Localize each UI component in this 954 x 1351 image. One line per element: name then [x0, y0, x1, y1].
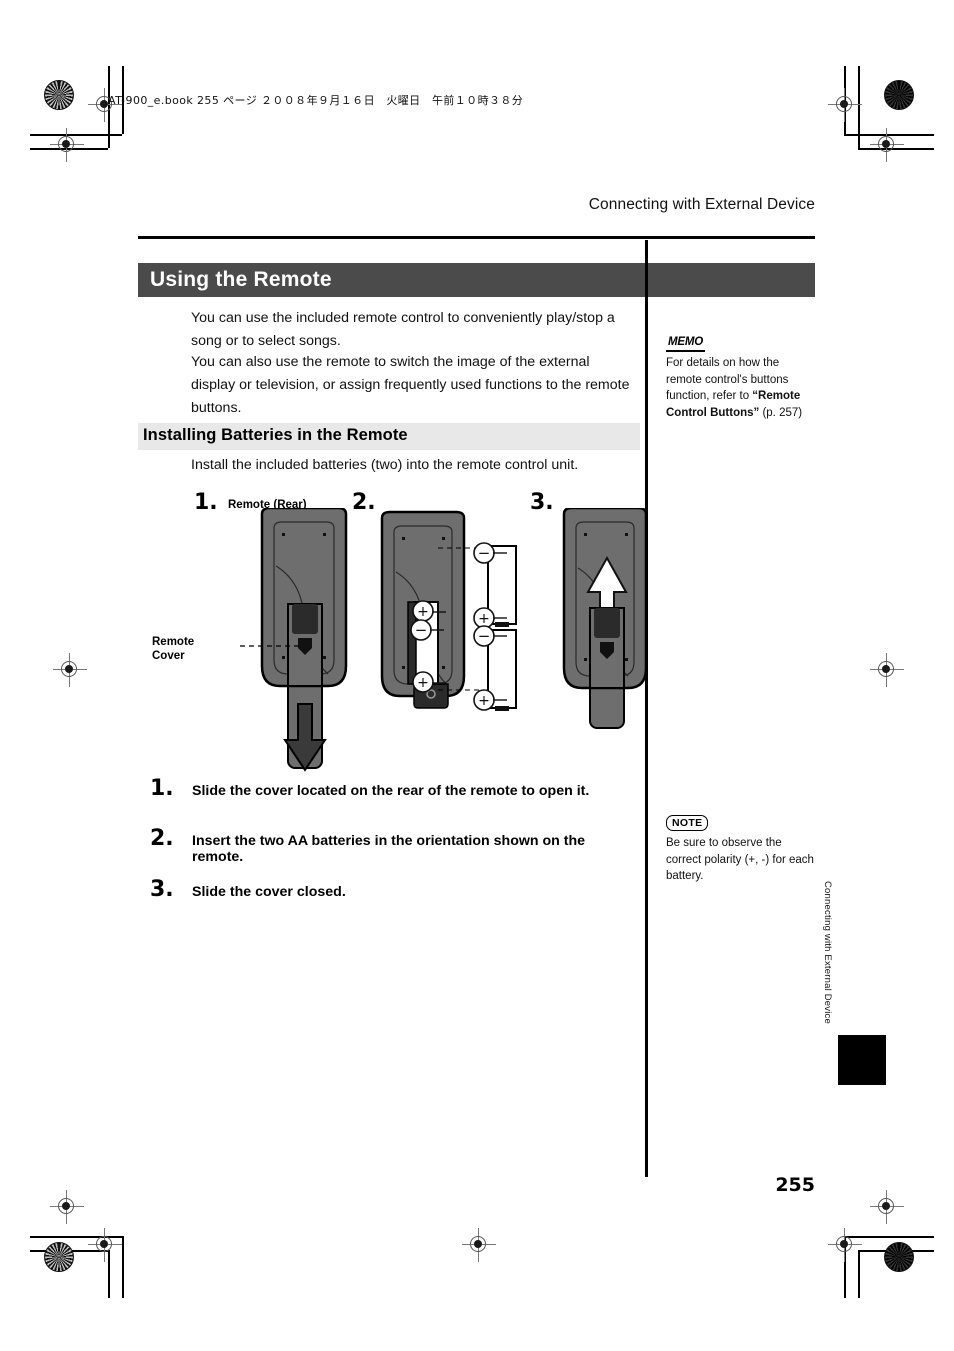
intro-paragraph-1: You can use the included remote control … [191, 310, 615, 349]
book-info-header: AT-900_e.book 255 ページ ２００８年９月１６日 火曜日 午前１… [108, 94, 524, 107]
procedure-step-1-number: 1. [150, 776, 174, 801]
svg-text:+: + [478, 693, 490, 709]
registration-disc-top-left [44, 80, 74, 110]
svg-text:+: + [417, 604, 429, 620]
svg-text:−: − [478, 544, 491, 562]
procedure-step-2-number: 2. [150, 826, 174, 851]
procedure-step-1-text: Slide the cover located on the rear of t… [192, 783, 590, 799]
svg-text:+: + [417, 675, 429, 691]
figure-label-remote-cover: Remote Cover [152, 635, 194, 663]
procedure-step-3-number: 3. [150, 877, 174, 902]
memo-text: For details on how the remote control's … [666, 355, 816, 421]
procedure-step-1: 1. Slide the cover located on the rear o… [138, 776, 638, 816]
remote-illustration-step3 [562, 508, 648, 729]
svg-text:+: + [478, 611, 490, 627]
registration-mark-left-lower [88, 1228, 122, 1262]
figure-label-remote-cover-line2: Cover [152, 650, 185, 662]
registration-mark-top-right [828, 88, 862, 122]
registration-mark-left-upper [50, 128, 84, 162]
note-callout: NOTE Be sure to observe the correct pola… [666, 813, 816, 885]
registration-disc-top-right [884, 80, 914, 110]
remote-illustration-step2: + − + − + − + [380, 510, 517, 711]
figure-label-remote-cover-line1: Remote [152, 636, 195, 648]
registration-mark-bottom-left [50, 1190, 84, 1224]
registration-mark-bottom-center [462, 1228, 496, 1262]
running-head: Connecting with External Device [588, 196, 815, 213]
memo-text-part2: (p. 257) [759, 406, 803, 419]
procedure-step-2-text: Insert the two AA batteries in the orien… [192, 833, 586, 865]
registration-mark-left-middle [53, 653, 87, 687]
section-title-bar: Using the Remote [138, 263, 815, 297]
procedure-step-2: 2. Insert the two AA batteries in the or… [138, 826, 638, 866]
registration-disc-bottom-right [884, 1242, 914, 1272]
svg-text:−: − [415, 621, 428, 639]
intro-paragraph-2: You can also use the remote to switch th… [191, 354, 630, 416]
figure-step-number-1: 1. [194, 490, 218, 515]
note-text: Be sure to observe the correct polarity … [666, 837, 814, 882]
note-badge: NOTE [666, 815, 709, 831]
registration-mark-right-middle [870, 653, 904, 687]
registration-mark-right-lower [870, 1190, 904, 1224]
procedure-step-3-text: Slide the cover closed. [192, 884, 346, 900]
page-title: Using the Remote [150, 268, 332, 291]
side-tab-marker [838, 1035, 886, 1085]
battery-installation-figure: 1. 2. 3. Remote (Rear) Remote Cover + − … [138, 486, 648, 772]
page-number: 255 [775, 1174, 815, 1196]
memo-badge: MEMO [666, 336, 705, 352]
subsection-title: Installing Batteries in the Remote [143, 426, 408, 444]
registration-mark-right-upper [870, 128, 904, 162]
registration-disc-bottom-left [44, 1242, 74, 1272]
subsection-intro: Install the included batteries (two) int… [191, 457, 579, 473]
memo-callout: MEMO For details on how the remote contr… [666, 332, 816, 421]
procedure-step-3: 3. Slide the cover closed. [138, 877, 638, 917]
svg-text:−: − [478, 627, 491, 645]
corner-mark-top-left [30, 66, 140, 176]
header-rule [138, 236, 815, 239]
subsection-title-bar: Installing Batteries in the Remote [138, 423, 640, 450]
side-tab-label: Connecting with External Device [822, 881, 833, 1024]
registration-mark-bottom-right [828, 1228, 862, 1262]
